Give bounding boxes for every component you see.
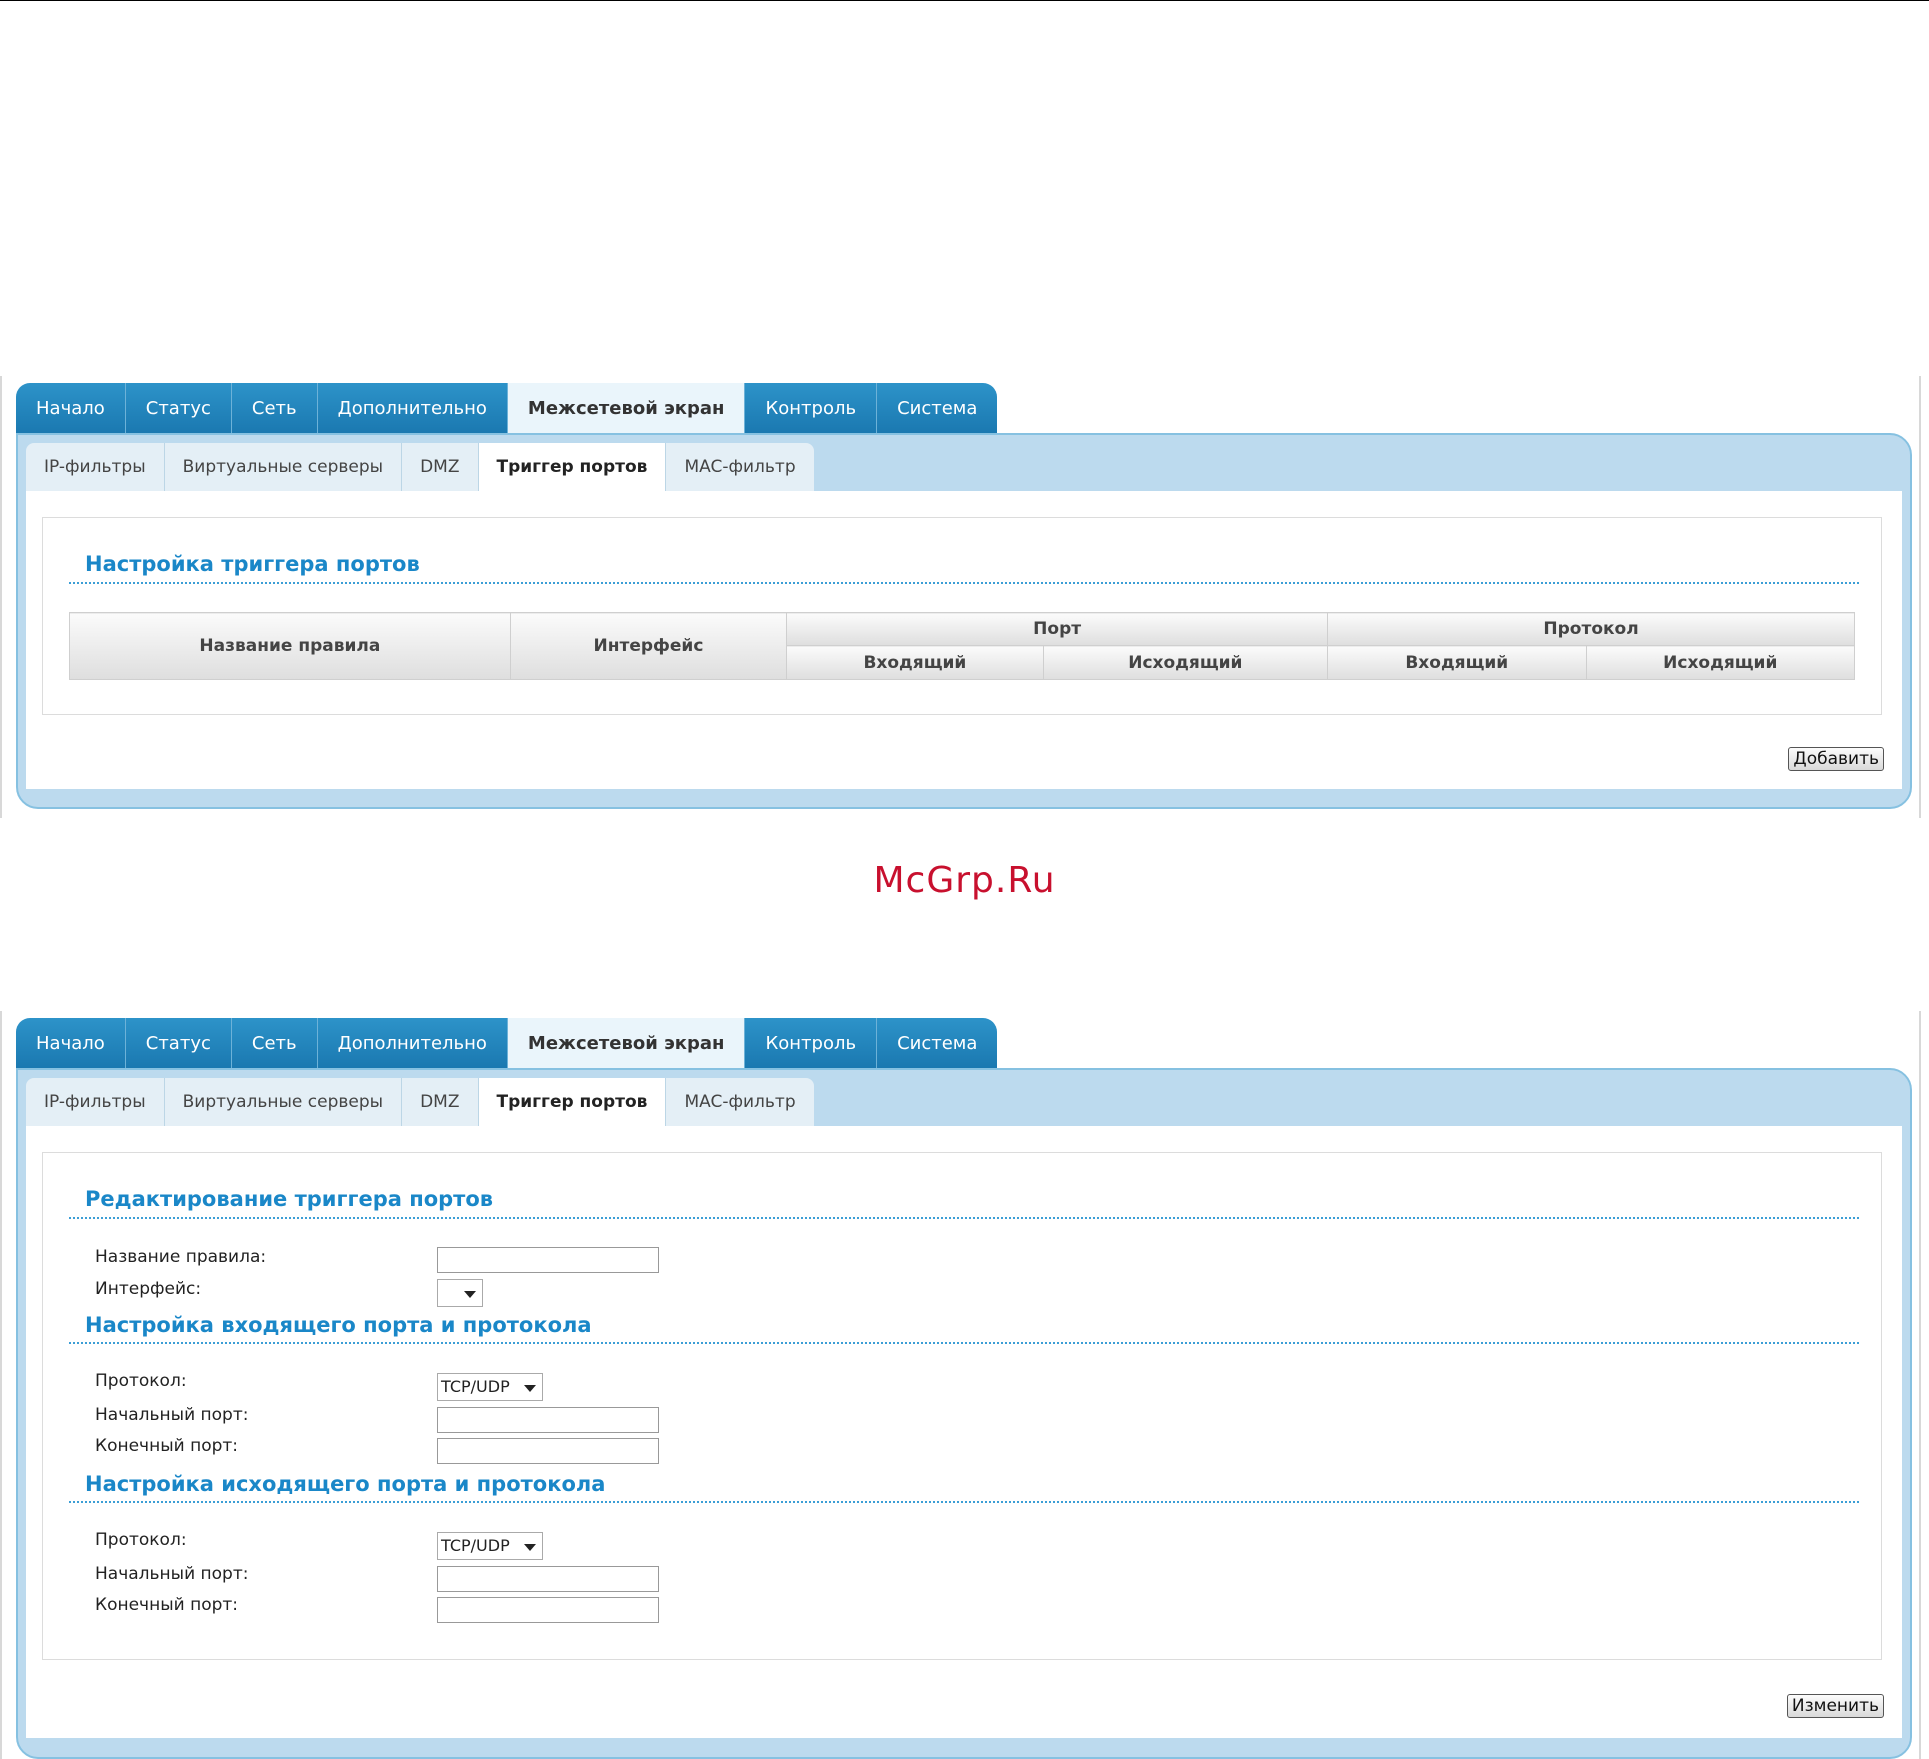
tab-firewall[interactable]: Межсетевой экран [507, 1018, 746, 1069]
sub-nav-tabs: IP-фильтры Виртуальные серверы DMZ Тригг… [26, 1078, 814, 1126]
main-nav-tabs: Начало Статус Сеть Дополнительно Межсете… [16, 383, 998, 434]
tab-status[interactable]: Статус [125, 383, 232, 434]
subtab-ip-filters[interactable]: IP-фильтры [26, 1078, 165, 1126]
section-divider [69, 1342, 1859, 1344]
section-title: Настройка триггера портов [85, 552, 420, 576]
outgoing-end-port-label: Конечный порт: [95, 1595, 239, 1615]
col-header-protocol: Протокол [1327, 612, 1855, 646]
content-area: Редактирование триггера портов Название … [26, 1126, 1902, 1738]
chevron-down-icon [524, 1544, 536, 1551]
chevron-down-icon [524, 1385, 536, 1392]
incoming-protocol-label: Протокол: [95, 1371, 187, 1391]
tab-system[interactable]: Система [877, 1018, 998, 1069]
incoming-protocol-value: TCP/UDP [441, 1377, 510, 1396]
interface-label: Интерфейс: [95, 1279, 202, 1299]
incoming-start-port-label: Начальный порт: [95, 1405, 249, 1425]
top-rule [0, 0, 1929, 1]
subtab-mac-filter[interactable]: MAC-фильтр [666, 443, 814, 491]
subtab-port-trigger[interactable]: Триггер портов [478, 1078, 667, 1126]
port-trigger-list-panel: Начало Статус Сеть Дополнительно Межсете… [0, 376, 1929, 818]
tab-advanced[interactable]: Дополнительно [317, 383, 508, 434]
subtab-mac-filter[interactable]: MAC-фильтр [666, 1078, 814, 1126]
change-button[interactable]: Изменить [1786, 1694, 1884, 1718]
subtab-dmz[interactable]: DMZ [402, 1078, 479, 1126]
tab-firewall[interactable]: Межсетевой экран [507, 383, 746, 434]
incoming-start-port-input[interactable] [437, 1407, 659, 1433]
section-title: Редактирование триггера портов [85, 1187, 494, 1211]
content-frame: IP-фильтры Виртуальные серверы DMZ Тригг… [16, 1068, 1912, 1759]
incoming-end-port-input[interactable] [437, 1438, 659, 1464]
rule-name-input[interactable] [437, 1247, 659, 1273]
tab-control[interactable]: Контроль [745, 1018, 878, 1069]
subtab-dmz[interactable]: DMZ [402, 443, 479, 491]
outgoing-start-port-input[interactable] [437, 1566, 659, 1592]
chevron-down-icon [464, 1291, 476, 1298]
incoming-protocol-select[interactable]: TCP/UDP [437, 1373, 543, 1401]
outgoing-protocol-select[interactable]: TCP/UDP [437, 1532, 543, 1560]
sub-nav-tabs: IP-фильтры Виртуальные серверы DMZ Тригг… [26, 443, 814, 491]
tab-home[interactable]: Начало [16, 383, 126, 434]
outgoing-protocol-label: Протокол: [95, 1530, 187, 1550]
col-header-protocol-outgoing: Исходящий [1585, 645, 1855, 680]
outgoing-protocol-value: TCP/UDP [441, 1536, 510, 1555]
col-header-rule-name: Название правила [69, 612, 511, 680]
outgoing-start-port-label: Начальный порт: [95, 1564, 249, 1584]
interface-select[interactable] [437, 1279, 483, 1307]
col-header-port-outgoing: Исходящий [1042, 645, 1329, 680]
incoming-section-title: Настройка входящего порта и протокола [85, 1313, 592, 1337]
tab-status[interactable]: Статус [125, 1018, 232, 1069]
rules-section: Настройка триггера портов Название прави… [42, 517, 1882, 715]
tab-system[interactable]: Система [877, 383, 998, 434]
subtab-ip-filters[interactable]: IP-фильтры [26, 443, 165, 491]
main-nav-tabs: Начало Статус Сеть Дополнительно Межсете… [16, 1018, 998, 1069]
tab-network[interactable]: Сеть [231, 383, 318, 434]
col-header-port-incoming: Входящий [786, 645, 1044, 680]
content-area: Настройка триггера портов Название прави… [26, 491, 1902, 789]
incoming-end-port-label: Конечный порт: [95, 1436, 239, 1456]
col-header-port: Порт [786, 612, 1329, 646]
subtab-port-trigger[interactable]: Триггер портов [478, 443, 667, 491]
subtab-virtual-servers[interactable]: Виртуальные серверы [164, 443, 403, 491]
outgoing-end-port-input[interactable] [437, 1597, 659, 1623]
outgoing-section-title: Настройка исходящего порта и протокола [85, 1472, 606, 1496]
col-header-protocol-incoming: Входящий [1327, 645, 1587, 680]
rule-name-label: Название правила: [95, 1247, 267, 1267]
rules-table: Название правила Интерфейс Порт Протокол… [69, 612, 1855, 680]
add-button[interactable]: Добавить [1788, 747, 1884, 771]
tab-home[interactable]: Начало [16, 1018, 126, 1069]
tab-network[interactable]: Сеть [231, 1018, 318, 1069]
tab-control[interactable]: Контроль [745, 383, 878, 434]
tab-advanced[interactable]: Дополнительно [317, 1018, 508, 1069]
port-trigger-edit-panel: Начало Статус Сеть Дополнительно Межсете… [0, 1011, 1929, 1759]
section-divider [69, 1217, 1859, 1219]
section-divider [69, 1501, 1859, 1503]
edit-form: Редактирование триггера портов Название … [42, 1152, 1882, 1660]
col-header-interface: Интерфейс [509, 612, 788, 680]
watermark-text: McGrp.Ru [873, 860, 1056, 901]
content-frame: IP-фильтры Виртуальные серверы DMZ Тригг… [16, 433, 1912, 809]
subtab-virtual-servers[interactable]: Виртуальные серверы [164, 1078, 403, 1126]
section-divider [69, 582, 1859, 584]
